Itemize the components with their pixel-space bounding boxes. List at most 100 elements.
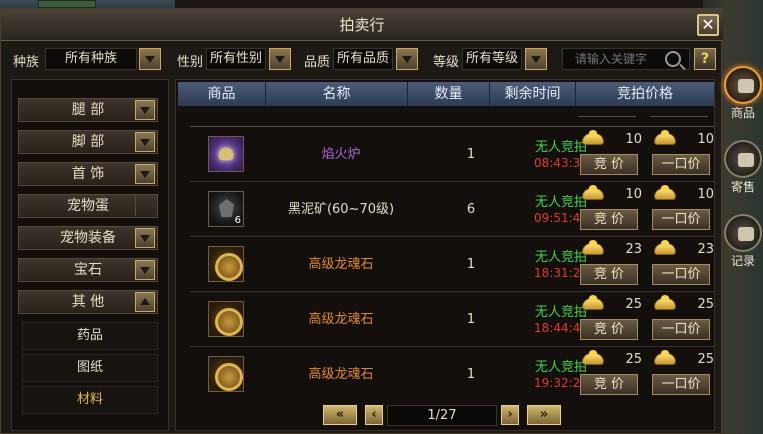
first-page-button[interactable]: «: [323, 405, 357, 425]
collapse-arrow-icon[interactable]: [135, 292, 155, 312]
category-legs[interactable]: 腿 部: [18, 98, 158, 122]
search-box: [562, 48, 690, 70]
header-item[interactable]: 商品: [178, 82, 266, 106]
bid-price: 25: [582, 350, 642, 369]
item-qty: 1: [466, 312, 476, 327]
ore-icon[interactable]: 6: [208, 191, 244, 227]
search-input[interactable]: [563, 49, 659, 69]
table-row[interactable]: 高级龙魂石 1 无人竞拍 18:31:29 23 23 竞 价一口价: [190, 236, 714, 291]
gold-ingot-icon: [582, 240, 604, 255]
bid-button[interactable]: 竞 价: [580, 154, 638, 175]
category-list: 腿 部 脚 部 首 饰 宠物蛋 宠物装备 宝石 其 他 药品 图纸 材料: [11, 79, 169, 431]
table-row[interactable]: 高级龙魂石 1 无人竞拍 18:44:46 25 25 竞 价一口价: [190, 291, 714, 346]
bid-value: 23: [625, 242, 642, 257]
race-select[interactable]: 所有种族: [45, 48, 137, 70]
bid-price: 25: [582, 295, 642, 314]
expand-arrow-icon[interactable]: [135, 100, 155, 120]
category-feet[interactable]: 脚 部: [18, 130, 158, 154]
category-pet-equipment[interactable]: 宠物装备: [18, 226, 158, 250]
table-row[interactable]: 6 黑泥矿(60~70级) 6 无人竞拍 09:51:49 10 10 竞 价一口价: [190, 181, 714, 236]
expand-arrow-icon[interactable]: [135, 228, 155, 248]
gold-ingot-icon: [654, 295, 676, 310]
buyout-value: 25: [697, 352, 714, 367]
subcategory-medicine[interactable]: 药品: [22, 322, 158, 350]
teapot-icon: [724, 66, 762, 104]
page-indicator: 1/27: [387, 405, 497, 426]
category-pet-egg[interactable]: 宠物蛋: [18, 194, 158, 218]
side-tab-records[interactable]: 记录: [722, 214, 763, 270]
prev-page-button[interactable]: ‹: [365, 405, 383, 425]
gold-ingot-icon: [654, 350, 676, 365]
item-qty: 1: [466, 147, 476, 162]
bid-button[interactable]: 竞 价: [580, 264, 638, 285]
filter-bar: 种族 所有种族 性别 所有性别 品质 所有品质 等级 所有等级 ?: [1, 45, 723, 75]
table-header: 商品 名称 数量 剩余时间 竞拍价格: [178, 82, 714, 106]
header-qty[interactable]: 数量: [408, 82, 490, 106]
next-page-button[interactable]: ›: [501, 405, 519, 425]
buyout-price: 25: [654, 350, 714, 369]
quality-select[interactable]: 所有品质: [333, 48, 393, 70]
last-page-button[interactable]: »: [527, 405, 561, 425]
subcategory-materials[interactable]: 材料: [22, 386, 158, 414]
level-label: 等级: [433, 55, 460, 70]
search-icon[interactable]: [665, 51, 681, 67]
dragon-soul-stone-icon[interactable]: [208, 356, 244, 392]
expand-arrow-icon[interactable]: [135, 164, 155, 184]
bag-icon: [724, 140, 762, 178]
item-name: 高级龙魂石: [308, 367, 374, 382]
bid-value: 25: [625, 352, 642, 367]
bid-button[interactable]: 竞 价: [580, 209, 638, 230]
buyout-price: 25: [654, 295, 714, 314]
gold-ingot-icon: [654, 130, 676, 145]
header-time[interactable]: 剩余时间: [490, 82, 576, 106]
gold-ingot-icon: [582, 185, 604, 200]
bid-button[interactable]: 竞 价: [580, 374, 638, 395]
category-label: 首 饰: [71, 166, 105, 182]
buyout-button[interactable]: 一口价: [652, 154, 710, 175]
gender-dropdown-icon[interactable]: [269, 48, 291, 70]
bid-price: 10: [582, 185, 642, 204]
buyout-button[interactable]: 一口价: [652, 264, 710, 285]
header-name[interactable]: 名称: [266, 82, 408, 106]
bid-button[interactable]: 竞 价: [580, 319, 638, 340]
table-row[interactable]: 焰火炉 1 无人竞拍 08:43:37 10 10 竞 价一口价: [190, 126, 714, 181]
buyout-button[interactable]: 一口价: [652, 319, 710, 340]
gold-ingot-icon: [654, 185, 676, 200]
gender-select[interactable]: 所有性别: [206, 48, 266, 70]
item-name: 高级龙魂石: [308, 257, 374, 272]
auction-table: 商品 名称 数量 剩余时间 竞拍价格 焰火炉 1 无人竞拍 08:43:37 10 10 竞…: [175, 79, 715, 431]
gold-ingot-icon: [582, 295, 604, 310]
category-jewelry[interactable]: 首 饰: [18, 162, 158, 186]
level-dropdown-icon[interactable]: [525, 48, 547, 70]
buyout-value: 10: [697, 132, 714, 147]
buyout-button[interactable]: 一口价: [652, 374, 710, 395]
category-other[interactable]: 其 他: [18, 290, 158, 314]
dragon-soul-stone-icon[interactable]: [208, 246, 244, 282]
level-select[interactable]: 所有等级: [462, 48, 522, 70]
quality-dropdown-icon[interactable]: [396, 48, 418, 70]
category-gems[interactable]: 宝石: [18, 258, 158, 282]
category-label: 其 他: [71, 294, 105, 310]
close-button[interactable]: ✕: [697, 14, 719, 36]
buyout-button[interactable]: 一口价: [652, 209, 710, 230]
bid-value: 10: [625, 132, 642, 147]
race-label: 种族: [13, 55, 40, 70]
header-price[interactable]: 竞拍价格: [576, 82, 714, 106]
expand-arrow-icon[interactable]: [135, 260, 155, 280]
side-tab-goods[interactable]: 商品: [722, 66, 763, 122]
help-button[interactable]: ?: [694, 48, 716, 70]
side-tab-consign[interactable]: 寄售: [722, 140, 763, 196]
gold-ingot-icon: [582, 350, 604, 365]
buyout-price: 10: [654, 185, 714, 204]
gold-ingot-icon: [582, 130, 604, 145]
table-row[interactable]: 高级龙魂石 1 无人竞拍 19:32:27 25 25 竞 价一口价: [190, 346, 714, 401]
lamp-icon[interactable]: [208, 136, 244, 172]
bid-price: 10: [582, 130, 642, 149]
subcategory-blueprints[interactable]: 图纸: [22, 354, 158, 382]
item-qty: 1: [466, 367, 476, 382]
dragon-soul-stone-icon[interactable]: [208, 301, 244, 337]
race-dropdown-icon[interactable]: [139, 48, 161, 70]
expand-arrow-icon[interactable]: [135, 132, 155, 152]
item-name: 焰火炉: [321, 147, 361, 162]
pagination: « ‹ 1/27 › »: [323, 405, 563, 427]
